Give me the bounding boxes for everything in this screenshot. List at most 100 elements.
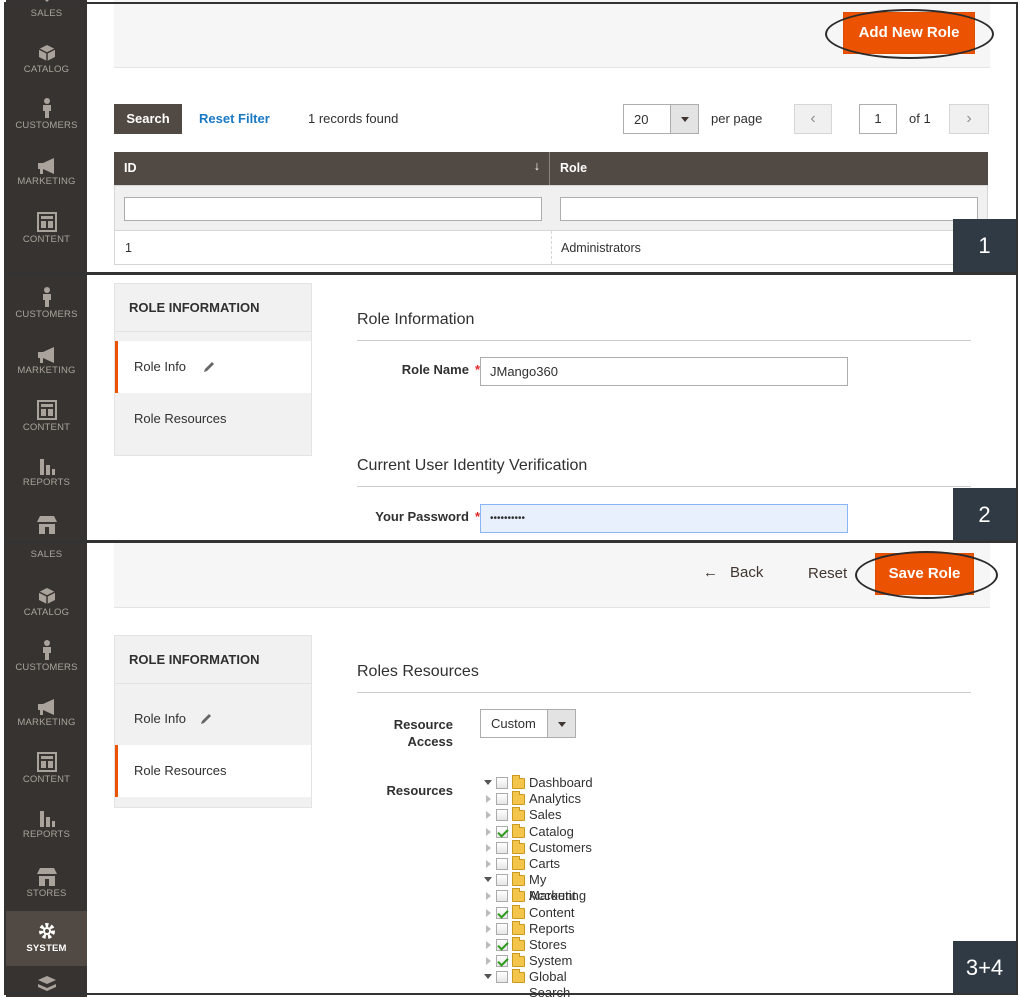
tree-checkbox[interactable] xyxy=(496,825,508,838)
tree-collapsed-icon[interactable] xyxy=(486,908,491,917)
tab-role-info[interactable]: Role Info xyxy=(115,341,311,393)
tree-expanded-icon[interactable] xyxy=(484,877,492,883)
tab-role-resources[interactable]: Role Resources xyxy=(115,745,311,797)
row-role-cell: Administrators xyxy=(561,241,641,255)
panel-roles-grid: SALES CATALOG CUSTOMERS MARKETING CONTEN… xyxy=(0,0,1020,273)
tree-node-label: Dashboard xyxy=(529,775,593,790)
pencil-icon xyxy=(204,362,214,372)
tree-node-label: Sales xyxy=(529,807,562,823)
tree-checkbox[interactable] xyxy=(496,777,508,789)
nav-catalog[interactable]: CATALOG xyxy=(6,44,87,75)
nav-content[interactable]: CONTENT xyxy=(6,400,87,433)
nav-customers[interactable]: CUSTOMERS xyxy=(6,287,87,320)
password-label-text: Your Password xyxy=(375,509,469,524)
step-badge: 2 xyxy=(953,488,1016,541)
nav-catalog[interactable]: CATALOG xyxy=(6,587,87,618)
search-button[interactable]: Search xyxy=(114,104,182,134)
customers-icon xyxy=(42,287,51,307)
nav-marketing[interactable]: MARKETING xyxy=(6,158,87,187)
stores-icon xyxy=(36,868,57,886)
tree-checkbox[interactable] xyxy=(496,906,508,919)
roles-grid-header: ID ↓ Role xyxy=(114,152,988,185)
tree-checkbox[interactable] xyxy=(496,841,508,854)
nav-content-label: CONTENT xyxy=(22,774,71,785)
tree-collapsed-icon[interactable] xyxy=(486,941,491,949)
tree-collapsed-icon[interactable] xyxy=(486,924,491,933)
back-button[interactable]: ← Back xyxy=(703,564,763,581)
tree-checkbox[interactable] xyxy=(496,809,508,822)
tree-checkbox[interactable] xyxy=(496,858,508,870)
previous-page-button[interactable]: ‹ xyxy=(794,104,832,134)
tree-collapsed-icon[interactable] xyxy=(486,827,491,836)
reset-filter-link[interactable]: Reset Filter xyxy=(199,111,270,126)
grid-filter-row xyxy=(114,185,988,231)
row-id-cell: 1 xyxy=(125,241,132,255)
tree-collapsed-icon[interactable] xyxy=(486,892,491,901)
column-header-id[interactable]: ID ↓ xyxy=(114,152,550,185)
role-name-input[interactable]: JMango360 xyxy=(480,357,848,386)
nav-reports[interactable]: REPORTS xyxy=(6,457,87,488)
tree-collapsed-icon[interactable] xyxy=(486,795,491,804)
nav-find-partners[interactable] xyxy=(6,975,87,993)
tree-collapsed-icon[interactable] xyxy=(486,957,491,966)
resource-access-select[interactable]: Custom xyxy=(480,709,576,738)
tab-role-info[interactable]: Role Info xyxy=(115,693,311,745)
cell-divider xyxy=(551,231,552,264)
section-divider xyxy=(357,340,971,341)
tree-expanded-icon[interactable] xyxy=(484,974,492,980)
sort-arrow-icon: ↓ xyxy=(533,159,540,173)
tab-role-resources[interactable]: Role Resources xyxy=(115,393,311,445)
folder-icon xyxy=(512,775,525,789)
customers-icon xyxy=(42,98,51,118)
role-tabs: ROLE INFORMATION Role Info Role Resource… xyxy=(114,635,312,808)
tree-checkbox[interactable] xyxy=(496,793,508,806)
nav-system-label: SYSTEM xyxy=(26,943,67,954)
nav-reports[interactable]: REPORTS xyxy=(6,809,87,840)
role-name-label-text: Role Name xyxy=(401,362,469,377)
reset-button[interactable]: Reset xyxy=(808,565,847,582)
nav-marketing-label: MARKETING xyxy=(17,365,76,376)
tree-node-label: Content xyxy=(529,904,575,920)
table-row[interactable]: 1 Administrators xyxy=(114,231,988,265)
page-number-input[interactable]: 1 xyxy=(859,104,897,134)
nav-customers[interactable]: CUSTOMERS xyxy=(6,640,87,673)
nav-marketing[interactable]: MARKETING xyxy=(6,699,87,728)
folder-icon xyxy=(512,969,525,984)
password-label: Your Password * xyxy=(330,509,480,524)
tree-checkbox[interactable] xyxy=(496,874,508,887)
step-badge: 3+4 xyxy=(953,941,1016,995)
nav-system[interactable]: SYSTEM xyxy=(6,911,87,966)
nav-marketing[interactable]: MARKETING xyxy=(6,347,87,376)
resources-label: Resources xyxy=(386,783,453,798)
nav-customers[interactable]: CUSTOMERS xyxy=(6,98,87,131)
id-filter-input[interactable] xyxy=(124,197,542,221)
chevron-down-icon xyxy=(547,710,575,737)
tree-collapsed-icon[interactable] xyxy=(486,811,491,820)
nav-customers-label: CUSTOMERS xyxy=(15,120,78,131)
tree-checkbox[interactable] xyxy=(496,890,508,903)
tree-checkbox[interactable] xyxy=(496,971,508,984)
next-page-button[interactable]: › xyxy=(949,104,989,134)
nav-sales[interactable]: SALES xyxy=(6,541,87,560)
tree-collapsed-icon[interactable] xyxy=(486,843,491,852)
nav-stores[interactable]: STORES xyxy=(6,868,87,899)
tree-checkbox[interactable] xyxy=(496,939,508,951)
panel-role-resources: SALES CATALOG CUSTOMERS MARKETING CONTEN… xyxy=(0,541,1020,997)
role-filter-input[interactable] xyxy=(560,197,978,221)
per-page-label: per page xyxy=(711,111,763,126)
scroll-indicator xyxy=(44,273,48,274)
nav-sales-label: SALES xyxy=(30,549,63,560)
nav-stores[interactable] xyxy=(6,516,87,534)
per-page-select[interactable]: 20 xyxy=(623,104,699,134)
nav-content[interactable]: CONTENT xyxy=(6,752,87,785)
tree-checkbox[interactable] xyxy=(496,955,508,968)
nav-content[interactable]: CONTENT xyxy=(6,212,87,245)
password-input[interactable]: •••••••••• xyxy=(480,504,848,533)
tree-collapsed-icon[interactable] xyxy=(486,860,491,868)
tree-node-label: Customers xyxy=(529,839,592,855)
nav-sales[interactable]: SALES xyxy=(6,0,87,28)
tree-expanded-icon[interactable] xyxy=(484,780,492,785)
column-header-role[interactable]: Role xyxy=(550,152,988,185)
tree-checkbox[interactable] xyxy=(496,922,508,935)
admin-sidebar: SALES CATALOG CUSTOMERS MARKETING CONTEN… xyxy=(6,541,87,997)
